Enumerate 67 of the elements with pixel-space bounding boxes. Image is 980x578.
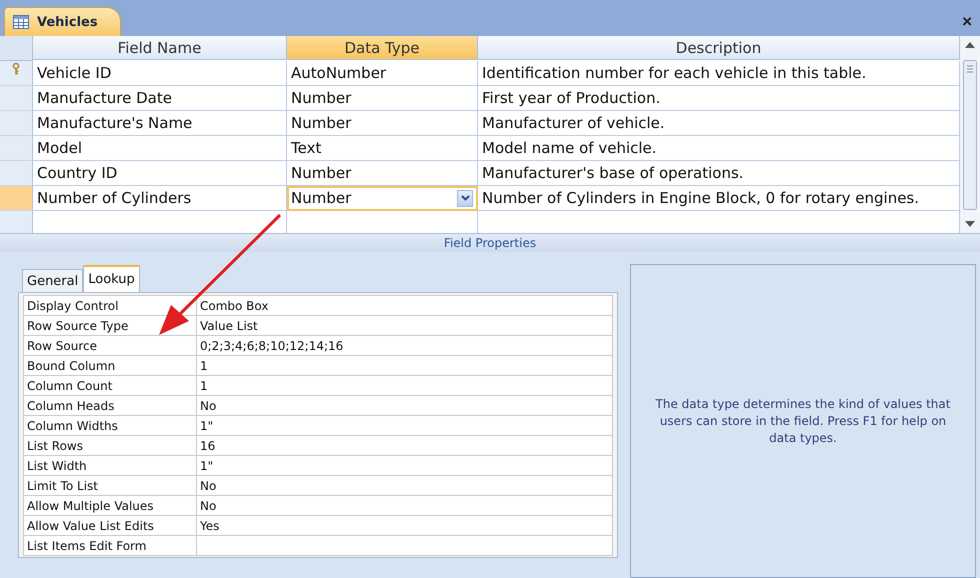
- select-all-corner[interactable]: [0, 36, 33, 61]
- close-button[interactable]: ×: [960, 12, 974, 32]
- description-cell: Identification number for each vehicle in this table.: [478, 61, 960, 86]
- property-value[interactable]: No: [197, 496, 613, 516]
- key-icon: [12, 63, 20, 75]
- field-name-cell: Vehicle ID: [33, 61, 287, 86]
- property-name: Column Heads: [24, 396, 197, 416]
- scroll-down-icon: [965, 221, 975, 227]
- dropdown-button[interactable]: [457, 190, 473, 206]
- chevron-down-icon: [460, 195, 470, 201]
- property-name: List Items Edit Form: [24, 536, 197, 556]
- field-name-cell: Manufacture's Name: [33, 111, 287, 136]
- row-selector[interactable]: [0, 136, 33, 161]
- scroll-thumb-icon: [963, 60, 977, 210]
- column-header: Data Type: [287, 36, 478, 60]
- property-value[interactable]: No: [197, 476, 613, 496]
- property-name: List Width: [24, 456, 197, 476]
- description-cell: Manufacturer's base of operations.: [478, 161, 960, 186]
- description-cell: Model name of vehicle.: [478, 136, 960, 161]
- property-name: Bound Column: [24, 356, 197, 376]
- property-value[interactable]: 1": [197, 456, 613, 476]
- property-name: Row Source: [24, 336, 197, 356]
- row-selector[interactable]: [0, 111, 33, 136]
- field-name-cell: Model: [33, 136, 287, 161]
- data-type-text: Number: [291, 89, 352, 107]
- property-name: Column Widths: [24, 416, 197, 436]
- tab-title: Vehicles: [37, 14, 98, 30]
- field-name-cell: Country ID: [33, 161, 287, 186]
- table-icon: [13, 15, 29, 29]
- property-name: Column Count: [24, 376, 197, 396]
- description-cell: Number of Cylinders in Engine Block, 0 for rotary engines.: [478, 186, 960, 211]
- property-tab[interactable]: General: [22, 269, 84, 292]
- property-name: Limit To List: [24, 476, 197, 496]
- column-header: Description: [478, 36, 960, 60]
- row-selector[interactable]: [0, 161, 33, 186]
- property-value[interactable]: [197, 536, 613, 556]
- data-type-text: AutoNumber: [291, 64, 386, 82]
- description-cell: Manufacturer of vehicle.: [478, 111, 960, 136]
- field-name-cell: Number of Cylinders: [33, 186, 287, 211]
- property-tab[interactable]: Lookup: [83, 265, 140, 292]
- vertical-scrollbar[interactable]: [960, 36, 980, 233]
- property-value[interactable]: Combo Box: [197, 296, 613, 316]
- property-value[interactable]: 1": [197, 416, 613, 436]
- property-value[interactable]: 1: [197, 376, 613, 396]
- row-selector[interactable]: [0, 61, 33, 86]
- section-title: Field Properties: [444, 236, 536, 250]
- data-type-text: Number: [291, 114, 352, 132]
- field-name-cell: Manufacture Date: [33, 86, 287, 111]
- column-header: Field Name: [33, 36, 287, 60]
- scroll-up-icon: [965, 42, 975, 48]
- document-tab[interactable]: Vehicles: [4, 7, 121, 36]
- property-value[interactable]: Yes: [197, 516, 613, 536]
- data-type-text: Text: [291, 139, 322, 157]
- property-value[interactable]: No: [197, 396, 613, 416]
- property-value[interactable]: 0;2;3;4;6;8;10;12;14;16: [197, 336, 613, 356]
- property-value[interactable]: 1: [197, 356, 613, 376]
- property-value[interactable]: Value List: [197, 316, 613, 336]
- property-name: List Rows: [24, 436, 197, 456]
- property-name: Allow Value List Edits: [24, 516, 197, 536]
- row-selector[interactable]: [0, 186, 33, 211]
- row-selector[interactable]: [0, 86, 33, 111]
- data-type-text: Number: [291, 164, 352, 182]
- property-value[interactable]: 16: [197, 436, 613, 456]
- description-cell: First year of Production.: [478, 86, 960, 111]
- help-text: The data type determines the kind of values that users can store in the field. Press F1 for help on data types.: [654, 396, 952, 446]
- data-type-text: Number: [291, 189, 352, 207]
- property-name: Allow Multiple Values: [24, 496, 197, 516]
